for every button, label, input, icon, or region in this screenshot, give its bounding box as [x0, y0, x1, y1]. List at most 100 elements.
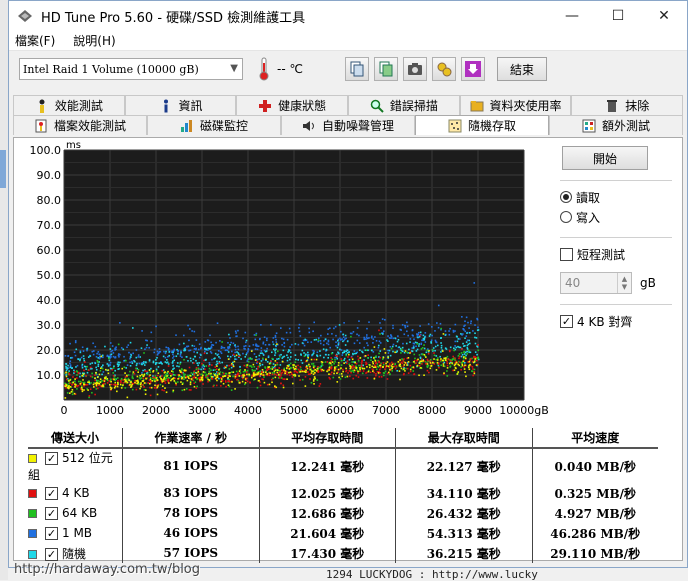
scatter-point: [303, 370, 306, 373]
close-button[interactable]: ✕: [641, 1, 687, 31]
tab-disk-monitor[interactable]: 磁碟監控: [147, 115, 281, 135]
tab-random-access[interactable]: 隨機存取: [415, 115, 549, 135]
scatter-point: [336, 357, 339, 360]
scatter-point: [411, 350, 414, 353]
scatter-point: [189, 357, 192, 360]
write-radio[interactable]: [560, 211, 572, 223]
scatter-point: [99, 369, 102, 372]
scatter-point: [200, 368, 202, 371]
series-checkbox[interactable]: ✓: [45, 527, 58, 540]
read-option[interactable]: 讀取: [560, 187, 670, 207]
tab-error-scan[interactable]: 錯誤掃描: [348, 95, 460, 115]
y-tick-label: 90.0: [37, 169, 62, 182]
scatter-point: [341, 375, 344, 378]
short-test-checkbox[interactable]: [560, 247, 573, 261]
scatter-point: [403, 324, 406, 327]
series-checkbox[interactable]: ✓: [45, 487, 58, 500]
scatter-point: [392, 324, 394, 327]
stepper-arrows-icon[interactable]: ▲ ▼: [617, 273, 631, 293]
scatter-point: [112, 355, 115, 358]
scatter-point: [189, 374, 192, 377]
scatter-point: [387, 335, 389, 337]
download-icon[interactable]: [460, 57, 485, 81]
series-checkbox[interactable]: ✓: [45, 452, 58, 465]
scatter-point: [295, 358, 297, 361]
scatter-point: [106, 379, 109, 382]
maximize-button[interactable]: ☐: [595, 1, 641, 31]
copy-text-icon[interactable]: [344, 57, 369, 81]
options-icon[interactable]: [431, 57, 456, 81]
menu-file[interactable]: 檔案(F): [15, 32, 55, 49]
scatter-point: [239, 368, 242, 371]
series-checkbox[interactable]: ✓: [45, 507, 58, 520]
scatter-point: [113, 386, 116, 389]
scatter-point: [189, 349, 192, 352]
x-tick-label: 3000: [188, 404, 216, 417]
scatter-point: [286, 378, 288, 380]
scatter-point: [340, 358, 343, 360]
scatter-point: [110, 378, 112, 381]
scatter-point: [367, 344, 369, 347]
scatter-point: [245, 353, 248, 356]
max-access-cell: 34.110 毫秒: [395, 483, 532, 503]
scatter-point: [266, 373, 268, 375]
align-option[interactable]: ✓ 4 KB 對齊: [560, 311, 670, 331]
read-radio[interactable]: [560, 191, 572, 203]
tab-erase[interactable]: 抹除: [571, 95, 684, 115]
write-option[interactable]: 寫入: [560, 207, 670, 227]
tab-extra-tests[interactable]: 額外測試: [549, 115, 683, 135]
tab-noise-management[interactable]: 自動噪聲管理: [281, 115, 415, 135]
scatter-point: [112, 375, 115, 377]
scatter-point: [428, 335, 431, 337]
tab-folder-usage[interactable]: 資料夾使用率: [459, 95, 572, 115]
align-checkbox[interactable]: ✓: [560, 314, 573, 328]
short-test-label: 短程測試: [577, 247, 626, 262]
scatter-point: [310, 358, 313, 361]
short-test-size-stepper[interactable]: 40 ▲ ▼: [560, 272, 632, 294]
scatter-point: [65, 384, 68, 387]
scatter-point: [339, 378, 342, 380]
tab-info[interactable]: 資訊: [124, 95, 237, 115]
scatter-point: [143, 352, 145, 354]
scatter-point: [338, 373, 341, 376]
scatter-point: [97, 357, 100, 359]
scatter-point: [311, 353, 314, 356]
scatter-point: [265, 371, 267, 374]
camera-icon[interactable]: [402, 57, 427, 81]
scatter-point: [71, 389, 74, 391]
scatter-point: [467, 366, 470, 369]
scatter-point: [225, 372, 228, 375]
scatter-point: [135, 356, 138, 359]
scatter-point: [124, 372, 126, 374]
scatter-point: [423, 374, 425, 377]
tab-benchmark[interactable]: 效能測試: [13, 95, 125, 115]
scatter-point: [184, 376, 187, 379]
scatter-point: [421, 346, 424, 349]
tab-label: 抹除: [625, 99, 650, 113]
menu-help[interactable]: 說明(H): [73, 32, 115, 49]
scatter-point: [307, 356, 309, 359]
scatter-point: [425, 351, 428, 354]
scatter-point: [203, 352, 206, 355]
short-test-option[interactable]: 短程測試: [560, 244, 670, 264]
scatter-point: [362, 370, 365, 372]
scatter-point: [452, 331, 455, 333]
scatter-point: [88, 396, 90, 399]
tab-file-benchmark[interactable]: 檔案效能測試: [13, 115, 147, 135]
tab-health[interactable]: 健康狀態: [236, 95, 349, 115]
start-button[interactable]: 開始: [562, 146, 648, 170]
scatter-point: [264, 350, 267, 353]
scatter-point: [148, 369, 151, 372]
scatter-point: [137, 371, 139, 374]
exit-button[interactable]: 結束: [496, 57, 547, 81]
drive-select[interactable]: Intel Raid 1 Volume (10000 gB) ▼: [19, 58, 243, 80]
scatter-point: [313, 350, 315, 353]
scatter-point: [289, 371, 292, 373]
copy-screenshot-icon[interactable]: [373, 57, 398, 81]
scatter-point: [218, 362, 221, 365]
scatter-point: [426, 349, 428, 352]
series-checkbox[interactable]: ✓: [45, 547, 58, 561]
scatter-point: [179, 353, 182, 356]
minimize-button[interactable]: —: [549, 1, 595, 31]
scatter-point: [156, 356, 158, 359]
